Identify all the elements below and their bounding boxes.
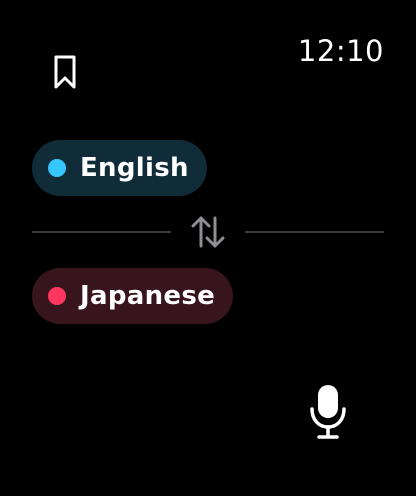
- source-language-button[interactable]: English: [32, 140, 207, 196]
- divider-left: [32, 231, 171, 233]
- source-language-color-dot: [48, 159, 66, 177]
- source-language-label: English: [80, 153, 189, 183]
- target-language-color-dot: [48, 287, 66, 305]
- swap-arrows-icon: [191, 216, 225, 248]
- target-language-label: Japanese: [80, 281, 216, 311]
- bookmark-icon: [54, 55, 76, 89]
- microphone-icon: [310, 385, 346, 439]
- swap-languages-button[interactable]: [188, 213, 228, 251]
- target-language-button[interactable]: Japanese: [32, 268, 234, 324]
- bookmark-button[interactable]: [52, 54, 78, 90]
- divider-right: [245, 231, 384, 233]
- microphone-button[interactable]: [308, 382, 348, 442]
- status-time: 12:10: [297, 34, 384, 68]
